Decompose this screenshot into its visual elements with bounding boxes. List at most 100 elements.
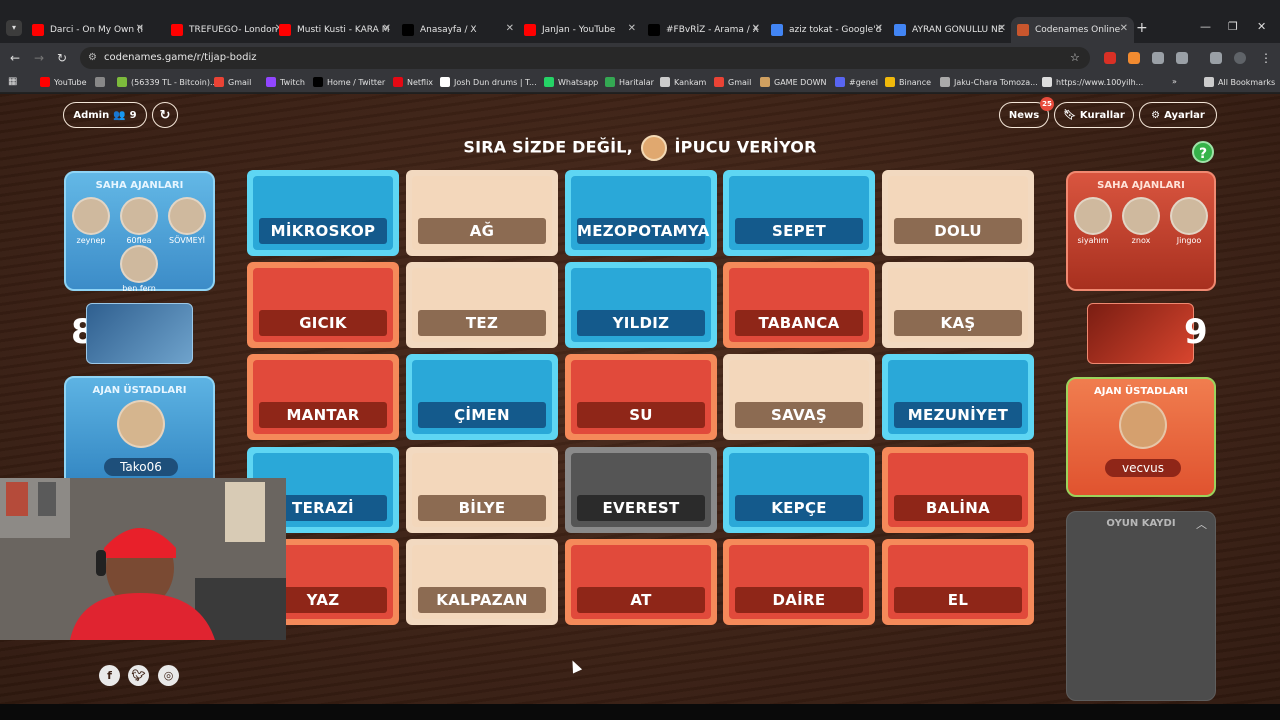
extension-icon[interactable] xyxy=(1128,52,1140,64)
word-card[interactable]: DOLU xyxy=(882,170,1034,256)
word-card[interactable]: DAİRE xyxy=(723,539,875,625)
reset-icon[interactable]: ↻ xyxy=(152,102,178,128)
card-word: ÇİMEN xyxy=(418,402,546,428)
agent-avatar xyxy=(1170,197,1208,235)
word-card[interactable]: SAVAŞ xyxy=(723,354,875,440)
bookmark-item[interactable]: Haritalar xyxy=(605,77,654,87)
bookmark-item[interactable]: Kankam xyxy=(660,77,706,87)
bookmark-item[interactable] xyxy=(95,77,109,87)
word-card[interactable]: KALPAZAN xyxy=(406,539,558,625)
close-window-icon[interactable]: ✕ xyxy=(1257,20,1266,33)
close-tab-icon[interactable]: ✕ xyxy=(998,23,1006,34)
browser-tab[interactable]: Darci - On My Own (l ✕ xyxy=(26,17,150,43)
word-card[interactable]: BİLYE xyxy=(406,447,558,533)
rules-button[interactable]: 🔖︎ Kurallar xyxy=(1054,102,1134,128)
maximize-icon[interactable]: ❐ xyxy=(1228,20,1238,33)
twitter-icon[interactable]: 🐦︎ xyxy=(128,665,149,686)
word-card[interactable]: BALİNA xyxy=(882,447,1034,533)
all-bookmarks[interactable]: All Bookmarks xyxy=(1204,77,1275,87)
word-card[interactable]: TEZ xyxy=(406,262,558,348)
word-card[interactable]: KAŞ xyxy=(882,262,1034,348)
word-card[interactable]: KEPÇE xyxy=(723,447,875,533)
bookmark-item[interactable]: Josh Dun drums | T... xyxy=(440,77,537,87)
minimize-icon[interactable]: — xyxy=(1200,20,1211,33)
card-face: MEZOPOTAMYA xyxy=(571,176,711,250)
bookmark-favicon-icon xyxy=(95,77,105,87)
close-tab-icon[interactable]: ✕ xyxy=(506,23,514,34)
more-bookmarks-icon[interactable]: » xyxy=(1172,77,1177,86)
word-card[interactable]: AĞ xyxy=(406,170,558,256)
news-button[interactable]: News 25 xyxy=(999,97,1054,128)
word-card[interactable]: EVEREST xyxy=(565,447,717,533)
bookmark-item[interactable]: https://www.100yilh... xyxy=(1042,77,1143,87)
profile-avatar[interactable] xyxy=(1234,52,1246,64)
tab-title: AYRAN GONULLU NE xyxy=(912,25,1004,35)
word-card[interactable]: AT xyxy=(565,539,717,625)
close-tab-icon[interactable]: ✕ xyxy=(628,23,636,34)
bookmark-item[interactable]: Netflix xyxy=(393,77,433,87)
extension-icon[interactable] xyxy=(1104,52,1116,64)
word-card[interactable]: ÇİMEN xyxy=(406,354,558,440)
browser-tab[interactable]: Anasayfa / X ✕ xyxy=(396,17,520,43)
browser-tab[interactable]: Codenames Online ✕ xyxy=(1011,17,1134,43)
apps-grid-icon[interactable]: ▦ xyxy=(8,76,17,87)
bookmark-item[interactable]: Gmail xyxy=(714,77,751,87)
google-icon xyxy=(894,24,906,36)
bookmark-favicon-icon xyxy=(1042,77,1052,87)
back-icon[interactable]: ← xyxy=(10,51,20,65)
settings-button[interactable]: ⚙ Ayarlar xyxy=(1139,102,1217,128)
card-face: YILDIZ xyxy=(571,268,711,342)
bookmark-item[interactable]: (56339 TL - Bitcoin)... xyxy=(117,77,218,87)
word-card[interactable]: MİKROSKOP xyxy=(247,170,399,256)
extension-icon[interactable] xyxy=(1152,52,1164,64)
word-card[interactable]: SEPET xyxy=(723,170,875,256)
collapse-icon[interactable]: ︿ xyxy=(1196,516,1207,532)
word-card[interactable]: MEZUNİYET xyxy=(882,354,1034,440)
word-card[interactable]: MANTAR xyxy=(247,354,399,440)
extensions-puzzle-icon[interactable] xyxy=(1176,52,1188,64)
bookmark-item[interactable]: Binance xyxy=(885,77,931,87)
browser-tab[interactable]: #FBvRİZ - Arama / X ✕ xyxy=(642,17,766,43)
site-info-icon[interactable]: ⚙ xyxy=(88,47,97,69)
bookmark-item[interactable]: #genel xyxy=(835,77,878,87)
bookmark-item[interactable]: Whatsapp xyxy=(544,77,598,87)
close-tab-icon[interactable]: ✕ xyxy=(752,23,760,34)
close-tab-icon[interactable]: ✕ xyxy=(1120,23,1128,34)
close-tab-icon[interactable]: ✕ xyxy=(875,23,883,34)
instagram-icon[interactable]: ◎ xyxy=(158,665,179,686)
bookmark-label: https://www.100yilh... xyxy=(1056,77,1144,87)
tab-search-button[interactable]: ▾ xyxy=(6,20,22,36)
browser-tab[interactable]: JanJan - YouTube ✕ xyxy=(518,17,642,43)
admin-button[interactable]: Admin 👥 9 xyxy=(63,102,147,128)
word-card[interactable]: MEZOPOTAMYA xyxy=(565,170,717,256)
word-card[interactable]: TABANCA xyxy=(723,262,875,348)
browser-tab[interactable]: aziz tokat - Google'd ✕ xyxy=(765,17,889,43)
bookmark-item[interactable]: Gmail xyxy=(214,77,251,87)
reload-icon[interactable]: ↻ xyxy=(57,51,67,65)
bookmark-item[interactable]: GAME DOWN xyxy=(760,77,827,87)
new-tab-button[interactable]: + xyxy=(1136,20,1148,36)
forward-icon[interactable]: → xyxy=(34,51,44,65)
word-card[interactable]: EL xyxy=(882,539,1034,625)
browser-tab[interactable]: TREFUEGO- London✕ xyxy=(165,17,289,43)
bookmark-star-icon[interactable]: ☆ xyxy=(1070,51,1080,64)
bookmark-item[interactable]: YouTube xyxy=(40,77,87,87)
blue-agent: SÖVMEYİ xyxy=(166,197,208,245)
bookmark-item[interactable]: Home / Twitter xyxy=(313,77,385,87)
facebook-icon[interactable]: f xyxy=(99,665,120,686)
browser-menu-icon[interactable]: ⋮ xyxy=(1260,51,1272,65)
close-tab-icon[interactable]: ✕ xyxy=(383,23,391,34)
bookmark-favicon-icon xyxy=(440,77,450,87)
media-icon[interactable] xyxy=(1210,52,1222,64)
close-tab-icon[interactable]: ✕ xyxy=(136,23,144,34)
browser-tab[interactable]: AYRAN GONULLU NE ✕ xyxy=(888,17,1012,43)
bookmark-item[interactable]: Jaku-Chara Tomoza... xyxy=(940,77,1038,87)
word-card[interactable]: GICIK xyxy=(247,262,399,348)
bookmark-item[interactable]: Twitch xyxy=(266,77,305,87)
word-card[interactable]: YILDIZ xyxy=(565,262,717,348)
browser-tab[interactable]: Musti Kusti - KARA M ✕ xyxy=(273,17,397,43)
address-bar[interactable]: ⚙ codenames.game/r/tijap-bodiz xyxy=(80,47,1090,69)
help-icon[interactable]: ? xyxy=(1192,141,1214,163)
word-card[interactable]: SU xyxy=(565,354,717,440)
card-face: DOLU xyxy=(888,176,1028,250)
